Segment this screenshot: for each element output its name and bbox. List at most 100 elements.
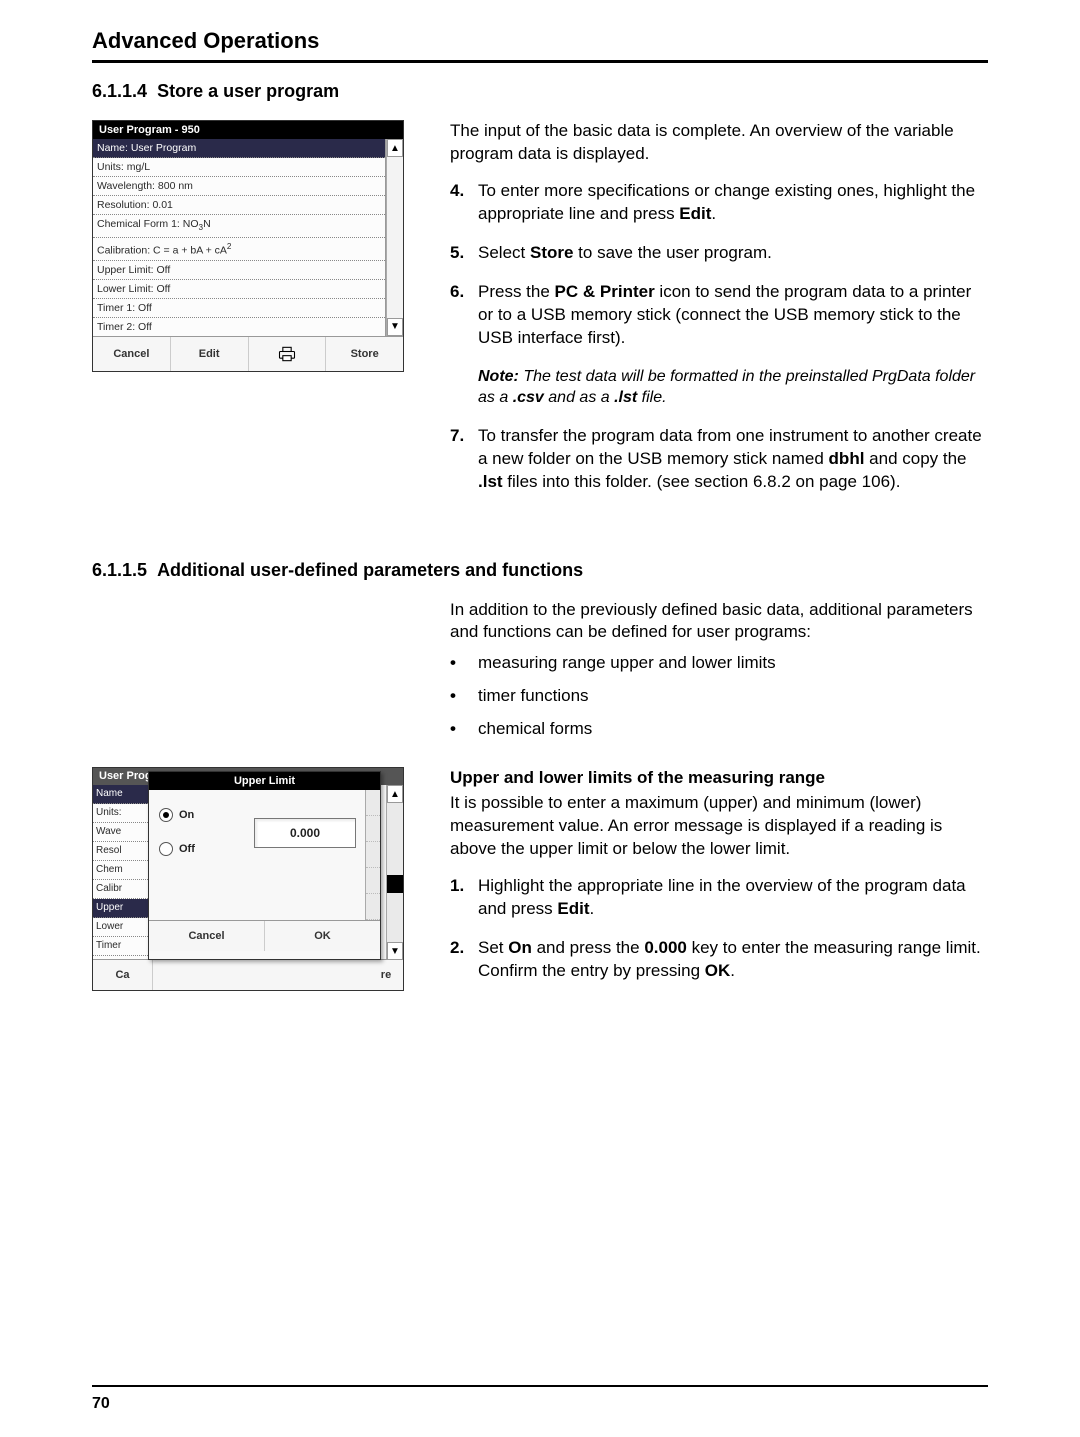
step-text: . — [711, 204, 716, 223]
bg-row: Upper — [93, 899, 148, 918]
step-text: . — [590, 899, 595, 918]
bg-row: Calibr — [93, 880, 148, 899]
step-text: Highlight the appropriate line in the ov… — [478, 876, 966, 918]
scroll-up-icon[interactable]: ▲ — [387, 139, 403, 157]
scroll-up-icon[interactable]: ▲ — [387, 785, 403, 803]
radio-on[interactable]: On — [159, 808, 239, 822]
scroll-thumb[interactable] — [387, 875, 403, 893]
bullet-text: timer functions — [478, 685, 589, 708]
scroll-track[interactable] — [387, 157, 403, 318]
scrollbar[interactable]: ▲ ▼ — [386, 139, 403, 336]
list-row-wavelength[interactable]: Wavelength: 800 nm — [93, 177, 385, 196]
bullet-item: •measuring range upper and lower limits — [450, 652, 988, 675]
upper-limit-window: User Program 950 Name Units: Wave Resol … — [92, 767, 404, 991]
step-1: 1. Highlight the appropriate line in the… — [450, 875, 988, 921]
bullet-text: chemical forms — [478, 718, 592, 741]
row-text: Chemical Form 1: NO — [97, 218, 199, 230]
list-row-lower-limit[interactable]: Lower Limit: Off — [93, 280, 385, 299]
superscript: 2 — [227, 242, 232, 251]
list-row-calibration[interactable]: Calibration: C = a + bA + cA2 — [93, 238, 385, 261]
step-text: Set — [478, 938, 508, 957]
step-text: to save the user program. — [573, 243, 771, 262]
section-heading: Store a user program — [157, 81, 339, 101]
user-program-window: User Program - 950 Name: User Program Un… — [92, 120, 404, 372]
radio-label: On — [179, 809, 194, 821]
store-button[interactable]: Store — [326, 337, 403, 371]
bold-term: Store — [530, 243, 573, 262]
bullet-icon: • — [450, 652, 478, 675]
note-label: Note: — [478, 368, 519, 385]
header-rule — [92, 60, 988, 63]
scroll-track[interactable] — [387, 803, 403, 942]
bg-row: Chem — [93, 861, 148, 880]
bold-term: Edit — [557, 899, 589, 918]
step-number: 5. — [450, 242, 478, 265]
subsection-heading: Upper and lower limits of the measuring … — [450, 767, 988, 790]
dialog-ok-button[interactable]: OK — [265, 921, 380, 951]
bg-row: Name — [93, 785, 148, 804]
list-row-timer2[interactable]: Timer 2: Off — [93, 318, 385, 336]
page-header: Advanced Operations — [92, 28, 988, 58]
dialog-scroll — [365, 790, 380, 920]
subsection-intro: It is possible to enter a maximum (upper… — [450, 792, 988, 861]
section-title-1: 6.1.1.4 Store a user program — [92, 81, 988, 102]
step-number: 6. — [450, 281, 478, 350]
list-row-resolution[interactable]: Resolution: 0.01 — [93, 196, 385, 215]
upper-limit-dialog: Upper Limit On Off — [148, 771, 381, 960]
list-row-chemical-form[interactable]: Chemical Form 1: NO3N — [93, 215, 385, 238]
section-title-2: 6.1.1.5 Additional user-defined paramete… — [92, 560, 988, 581]
step-5: 5. Select Store to save the user program… — [450, 242, 988, 265]
note-text: file. — [637, 389, 666, 406]
radio-label: Off — [179, 843, 195, 855]
cancel-button[interactable]: Cancel — [93, 337, 171, 371]
section-number: 6.1.1.5 — [92, 560, 147, 580]
intro-paragraph: The input of the basic data is complete.… — [450, 120, 988, 166]
step-6: 6. Press the PC & Printer icon to send t… — [450, 281, 988, 350]
value-input[interactable]: 0.000 — [254, 818, 356, 848]
bg-row: Resol — [93, 842, 148, 861]
pc-printer-button[interactable] — [249, 337, 327, 371]
bullet-text: measuring range upper and lower limits — [478, 652, 776, 675]
bg-row: Timer — [93, 937, 148, 956]
list-row-upper-limit[interactable]: Upper Limit: Off — [93, 261, 385, 280]
step-text: Select — [478, 243, 530, 262]
row-text: N — [203, 218, 211, 230]
list-row-units[interactable]: Units: mg/L — [93, 158, 385, 177]
printer-icon — [277, 345, 297, 363]
bold-term: OK — [705, 961, 731, 980]
section-number: 6.1.1.4 — [92, 81, 147, 101]
step-text: Press the — [478, 282, 555, 301]
bg-cancel-fragment: Ca — [93, 960, 153, 990]
dialog-cancel-button[interactable]: Cancel — [149, 921, 265, 951]
bg-row: Units: — [93, 804, 148, 823]
step-text: and copy the — [864, 449, 966, 468]
bold-term: .lst — [614, 389, 637, 406]
scroll-down-icon[interactable]: ▼ — [387, 318, 403, 336]
bold-term: PC & Printer — [555, 282, 655, 301]
step-4: 4. To enter more specifications or chang… — [450, 180, 988, 226]
radio-icon — [159, 808, 173, 822]
step-2: 2. Set On and press the 0.000 key to ent… — [450, 937, 988, 983]
section2-intro: In addition to the previously defined ba… — [450, 599, 988, 645]
list-row-timer1[interactable]: Timer 1: Off — [93, 299, 385, 318]
scroll-down-icon[interactable]: ▼ — [387, 942, 403, 960]
bold-term: .lst — [478, 472, 503, 491]
bold-term: On — [508, 938, 532, 957]
bullet-icon: • — [450, 718, 478, 741]
edit-button[interactable]: Edit — [171, 337, 249, 371]
background-scrollbar[interactable]: ▲ ▼ — [386, 785, 403, 960]
bold-term: .csv — [513, 389, 544, 406]
window-title: User Program - 950 — [93, 121, 403, 139]
bold-term: 0.000 — [644, 938, 687, 957]
section-heading: Additional user-defined parameters and f… — [157, 560, 583, 580]
radio-off[interactable]: Off — [159, 842, 239, 856]
page-number: 70 — [92, 1395, 110, 1413]
bg-row: Lower — [93, 918, 148, 937]
bold-term: dbhl — [829, 449, 865, 468]
step-number: 4. — [450, 180, 478, 226]
bold-term: Edit — [679, 204, 711, 223]
program-list[interactable]: Name: User Program Units: mg/L Wavelengt… — [93, 139, 386, 336]
row-text: Calibration: C = a + bA + cA — [97, 245, 227, 257]
list-row-name[interactable]: Name: User Program — [93, 139, 385, 158]
step-7: 7. To transfer the program data from one… — [450, 425, 988, 494]
